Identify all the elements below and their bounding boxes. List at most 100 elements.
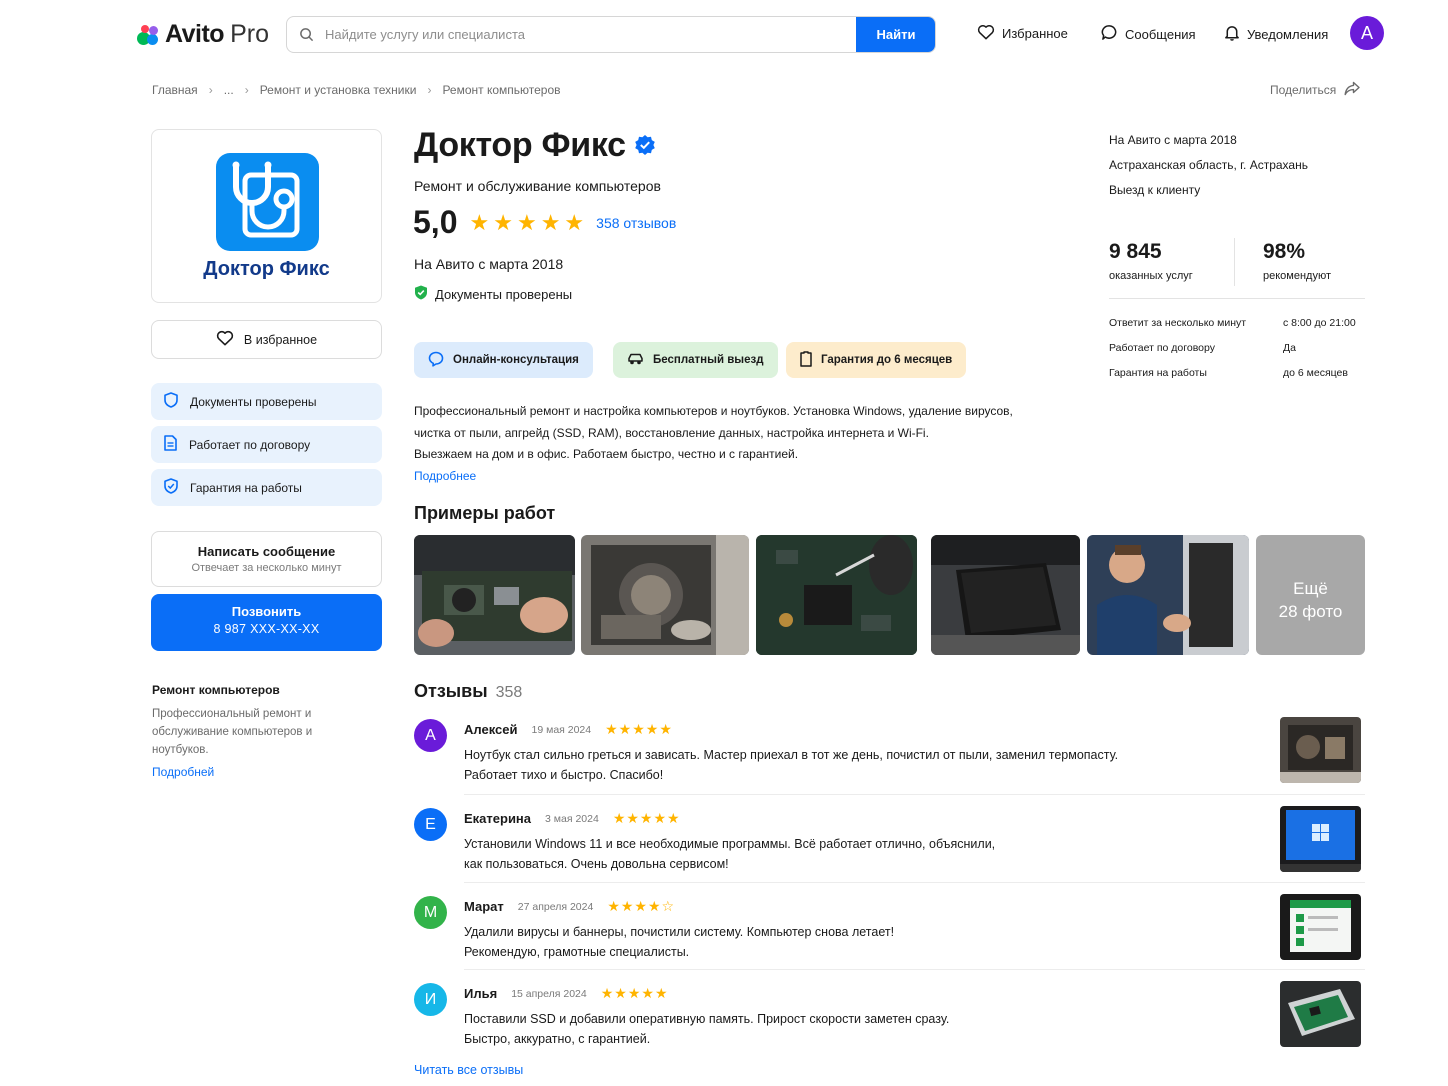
nav-favorites[interactable]: Избранное	[977, 24, 1068, 43]
rating-value: 5,0	[413, 204, 458, 240]
info-region: Астраханская область, г. Астрахань	[1109, 158, 1308, 172]
reviewer-avatar: И	[414, 983, 447, 1016]
review-text: Установили Windows 11 и все необходимые …	[464, 834, 1224, 874]
shield-icon	[164, 392, 178, 411]
pill-label: Бесплатный выезд	[653, 354, 764, 366]
logo-title: Доктор Фикс	[203, 258, 330, 280]
review-text: Поставили SSD и добавили оперативную пам…	[464, 1009, 1224, 1049]
review-stars: ★★★★★	[605, 721, 673, 737]
rating-stars: ★ ★ ★ ★ ★	[469, 209, 585, 235]
pill-label: Гарантия до 6 месяцев	[821, 354, 953, 366]
review-photo[interactable]	[1280, 717, 1361, 783]
review-line: Поставили SSD и добавили оперативную пам…	[464, 1012, 950, 1026]
nav-notifications-label: Уведомления	[1247, 26, 1329, 42]
breadcrumb-separator: ›	[208, 83, 213, 97]
search-input[interactable]	[325, 27, 856, 42]
nav-messages[interactable]: Сообщения	[1101, 24, 1196, 44]
feature-warranty: Гарантия на работы	[151, 469, 382, 506]
reviewer-avatar: Е	[414, 808, 447, 841]
share-label: Поделиться	[1270, 83, 1337, 97]
breadcrumb-category[interactable]: Ремонт и установка техники	[260, 83, 417, 97]
pill-online-consultation: Онлайн-консультация	[414, 342, 593, 378]
feature-label: Работает по договору	[189, 437, 311, 452]
document-icon	[164, 435, 177, 454]
add-to-favorites-button[interactable]: В избранное	[151, 320, 382, 359]
detail-key: Ответит за несколько минут	[1109, 317, 1247, 329]
car-icon	[627, 352, 644, 369]
detail-value: до 6 месяцев	[1283, 367, 1348, 379]
user-avatar[interactable]: А	[1350, 16, 1384, 50]
reviews-heading: Отзывы	[414, 681, 488, 701]
logo-name: Avito	[165, 20, 225, 48]
review-stars: ★★★★★	[612, 810, 681, 826]
search-button[interactable]: Найти	[856, 17, 935, 52]
search-icon	[287, 27, 325, 42]
reviewer-name: Марат	[464, 899, 504, 914]
reviews-count: 358	[495, 684, 523, 701]
rating-row: 5,0 ★ ★ ★ ★ ★ 358 отзывов	[413, 204, 676, 241]
breadcrumb-home[interactable]: Главная	[152, 83, 198, 97]
call-button-title: Позвонить	[231, 604, 302, 619]
chat-bubble-icon	[428, 351, 444, 370]
description-line: чистка от пыли, апгрейд (SSD, RAM), восс…	[414, 425, 929, 440]
review-photo[interactable]	[1280, 894, 1361, 960]
more-photos-label: Ещё	[1293, 579, 1328, 598]
feature-label: Документы проверены	[190, 394, 317, 409]
category-title: Ремонт компьютеров	[152, 683, 280, 697]
chat-icon	[1101, 24, 1118, 44]
review-date: 15 апреля 2024	[511, 987, 587, 1000]
header: Avito Pro Найти Избранное Сообщения Увед…	[0, 0, 1448, 68]
work-photo[interactable]	[931, 535, 1080, 655]
description-more-link[interactable]: Подробнее	[414, 466, 1064, 488]
review-stars: ★★★★☆	[607, 898, 676, 914]
reviewer-avatar: А	[414, 719, 447, 752]
category-info: Ремонт компьютеров Профессиональный ремо…	[152, 683, 372, 779]
work-photo[interactable]	[1087, 535, 1249, 655]
info-visit: Выезд к клиенту	[1109, 183, 1201, 197]
favorite-button-label: В избранное	[243, 332, 318, 347]
review-line: Удалили вирусы и баннеры, почистили сист…	[464, 925, 895, 939]
write-message-button[interactable]: Написать сообщение Отвечает за несколько…	[151, 531, 382, 587]
reviewer-avatar: М	[414, 896, 447, 929]
review-date: 19 мая 2024	[531, 723, 592, 736]
nav-messages-label: Сообщения	[1125, 26, 1196, 42]
work-photo[interactable]	[756, 535, 917, 655]
works-title: Примеры работ	[414, 503, 556, 523]
reviewer-name: Илья	[464, 986, 498, 1001]
company-subtitle: Ремонт и обслуживание компьютеров	[414, 178, 661, 194]
share-button[interactable]: Поделиться	[1270, 81, 1360, 99]
share-icon	[1344, 81, 1360, 99]
search-bar: Найти	[286, 16, 936, 53]
page-title: Доктор Фикс	[414, 126, 656, 165]
verified-badge-icon	[634, 126, 656, 165]
breadcrumb-separator: ›	[427, 83, 432, 97]
work-photo[interactable]	[581, 535, 749, 655]
breadcrumb-ellipsis[interactable]: ...	[224, 83, 234, 97]
company-description: Профессиональный ремонт и настройка комп…	[414, 401, 1064, 487]
company-name: Доктор Фикс	[414, 126, 626, 164]
docs-checked-label: Документы проверены	[435, 286, 573, 302]
detail-value: с 8:00 до 21:00	[1283, 317, 1356, 329]
description-line: Профессиональный ремонт и настройка комп…	[414, 404, 1013, 418]
work-photo[interactable]	[414, 535, 575, 655]
document-icon	[800, 350, 812, 370]
avito-pro-logo[interactable]: Avito Pro	[137, 20, 269, 49]
review-line: Ноутбук стал сильно греться и зависать. …	[464, 748, 1119, 762]
feature-contract: Работает по договору	[151, 426, 382, 463]
read-all-reviews-link[interactable]: Читать все отзывы	[414, 1063, 523, 1077]
call-button[interactable]: Позвонить 8 987 XXX-XX-XX	[151, 594, 382, 651]
stethoscope-laptop-icon	[216, 153, 319, 251]
star-icon: ★	[564, 209, 585, 235]
reviews-count-link[interactable]: 358 отзывов	[596, 215, 676, 231]
heart-icon	[216, 330, 234, 349]
review-photo[interactable]	[1280, 806, 1361, 872]
docs-checked-status: Документы проверены	[414, 285, 572, 303]
category-more-link[interactable]: Подробней	[152, 765, 372, 779]
green-shield-check-icon	[414, 285, 428, 303]
review-text: Удалили вирусы и баннеры, почистили сист…	[464, 922, 1224, 962]
more-photos-tile[interactable]: Ещё 28 фото	[1256, 535, 1365, 655]
review-photo[interactable]	[1280, 981, 1361, 1047]
on-avito-since: На Авито с марта 2018	[414, 256, 564, 272]
nav-notifications[interactable]: Уведомления	[1224, 24, 1328, 44]
stat-services-value: 9 845	[1109, 240, 1162, 263]
